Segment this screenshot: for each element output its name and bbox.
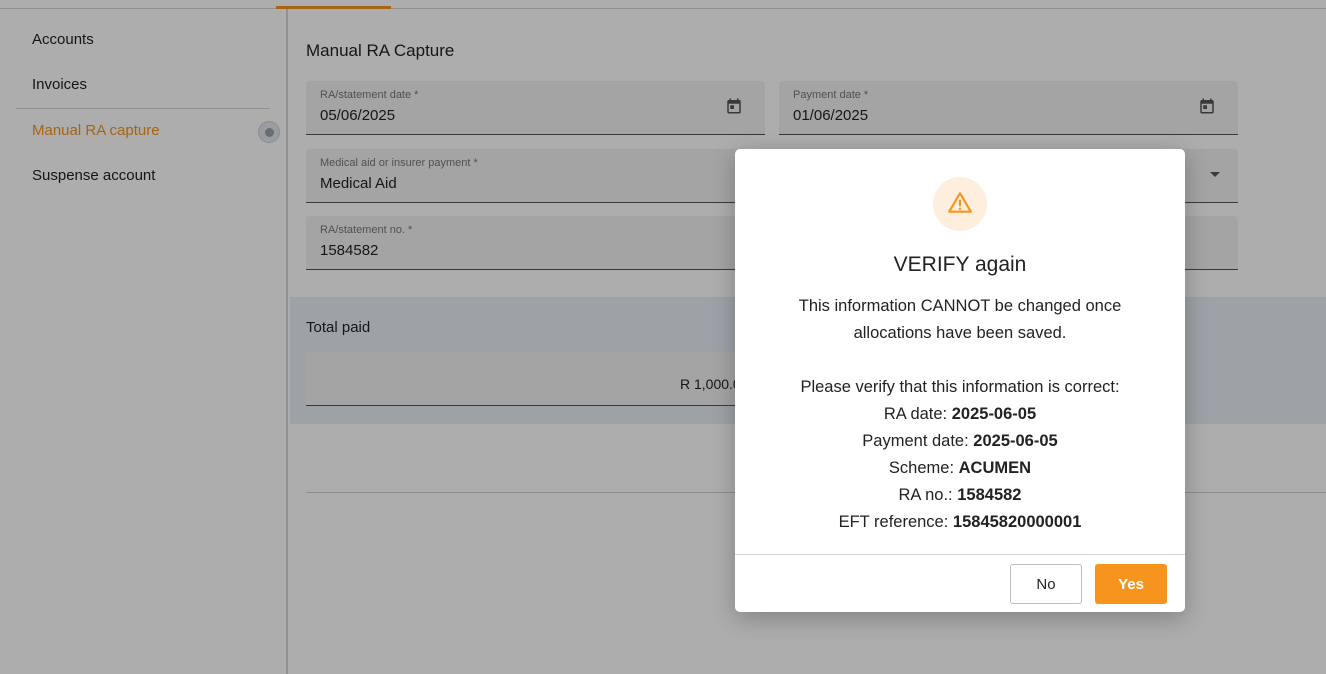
dialog-footer-divider <box>735 554 1185 555</box>
warning-triangle-icon <box>948 192 972 213</box>
scheme-row-value: ACUMEN <box>958 459 1032 477</box>
scheme-row-label: Scheme: <box>888 459 955 477</box>
ra-date-row-value: 2025-06-05 <box>951 405 1037 423</box>
dialog-ra-date-row: RA date: 2025-06-05 <box>735 401 1185 428</box>
eft-row-label: EFT reference: <box>838 513 949 531</box>
dialog-warning-line-1: This information CANNOT be changed once <box>798 297 1122 315</box>
no-button[interactable]: No <box>1010 564 1082 604</box>
dialog-warning-line-2: allocations have been saved. <box>853 324 1067 342</box>
dialog-message: This information CANNOT be changed once … <box>735 293 1185 536</box>
payment-date-row-value: 2025-06-05 <box>973 432 1058 450</box>
verify-dialog: VERIFY again This information CANNOT be … <box>735 149 1185 612</box>
payment-date-row-label: Payment date: <box>862 432 969 450</box>
dialog-payment-date-row: Payment date: 2025-06-05 <box>735 428 1185 455</box>
dialog-ra-no-row: RA no.: 1584582 <box>735 482 1185 509</box>
ra-no-row-value: 1584582 <box>957 486 1022 504</box>
dialog-title: VERIFY again <box>893 253 1027 276</box>
dialog-scheme-row: Scheme: ACUMEN <box>735 455 1185 482</box>
eft-row-value: 15845820000001 <box>952 513 1082 531</box>
ra-date-row-label: RA date: <box>883 405 948 423</box>
dialog-verify-prompt: Please verify that this information is c… <box>800 378 1120 396</box>
ra-no-row-label: RA no.: <box>898 486 953 504</box>
yes-button[interactable]: Yes <box>1095 564 1167 604</box>
warning-icon-badge <box>933 177 987 231</box>
dialog-eft-row: EFT reference: 15845820000001 <box>735 509 1185 536</box>
